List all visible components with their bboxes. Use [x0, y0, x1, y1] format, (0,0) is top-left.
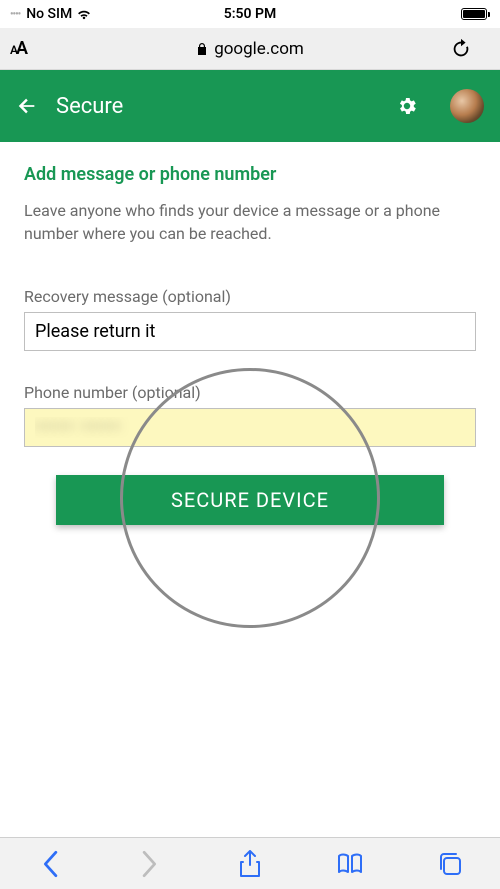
recovery-message-label: Recovery message (optional)	[24, 287, 476, 306]
tabs-button[interactable]	[428, 842, 472, 886]
text-size-button[interactable]: AA	[10, 38, 50, 59]
lock-icon	[196, 42, 208, 56]
secure-device-button[interactable]: SECURE DEVICE	[56, 475, 444, 525]
section-description: Leave anyone who finds your device a mes…	[24, 199, 476, 245]
phone-number-input[interactable]	[24, 408, 476, 447]
content-area: Add message or phone number Leave anyone…	[0, 142, 500, 525]
url-text: google.com	[214, 39, 304, 59]
gear-icon[interactable]	[396, 95, 418, 117]
share-button[interactable]	[228, 842, 272, 886]
browser-toolbar	[0, 837, 500, 889]
signal-dots-icon: ••••	[10, 9, 20, 20]
back-arrow-icon[interactable]	[16, 95, 38, 117]
status-bar: •••• No SIM 5:50 PM	[0, 0, 500, 28]
status-left: •••• No SIM	[10, 6, 92, 22]
page-title: Secure	[56, 94, 378, 119]
carrier-label: No SIM	[26, 6, 72, 22]
url-bar: AA google.com	[0, 28, 500, 70]
address-field[interactable]: google.com	[58, 28, 442, 69]
recovery-message-input[interactable]	[24, 312, 476, 351]
app-header: Secure	[0, 70, 500, 142]
nav-forward-button	[128, 842, 172, 886]
avatar[interactable]	[450, 89, 484, 123]
status-time: 5:50 PM	[224, 6, 277, 22]
battery-icon	[461, 8, 490, 20]
phone-number-field: Phone number (optional)	[24, 383, 476, 447]
reload-button[interactable]	[450, 38, 490, 60]
section-title: Add message or phone number	[24, 164, 476, 185]
phone-number-label: Phone number (optional)	[24, 383, 476, 402]
bookmarks-button[interactable]	[328, 842, 372, 886]
nav-back-button[interactable]	[28, 842, 72, 886]
wifi-icon	[76, 8, 92, 20]
recovery-message-field: Recovery message (optional)	[24, 287, 476, 351]
